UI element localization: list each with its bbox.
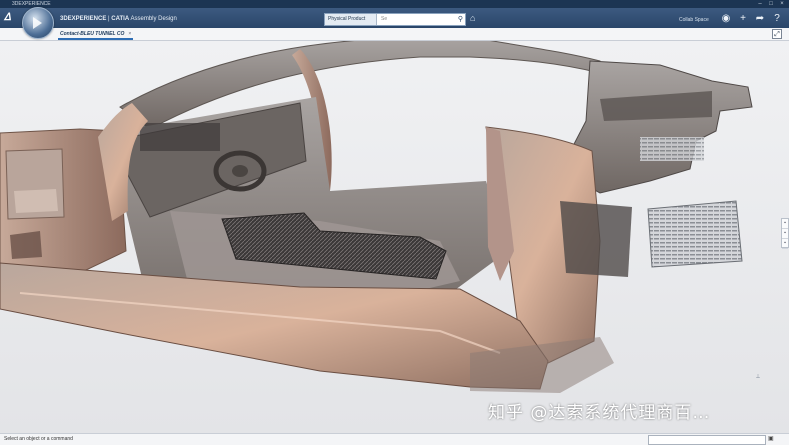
- 3d-viewport[interactable]: [0, 41, 789, 433]
- close-window-button[interactable]: ×: [777, 0, 787, 8]
- window-title: 3DEXPERIENCE: [12, 1, 51, 7]
- compass-icon[interactable]: [22, 7, 54, 39]
- tab-label: Contact-BLEU TUNNEL CO: [60, 31, 125, 37]
- search-input[interactable]: Se: [381, 14, 387, 25]
- side-tool-2-icon[interactable]: ▪: [782, 229, 788, 239]
- add-icon[interactable]: +: [737, 12, 749, 26]
- brand-name: 3DEXPERIENCE: [60, 16, 107, 22]
- expand-icon[interactable]: ⤢: [772, 29, 782, 39]
- compass-axis-icon: ⟂: [756, 374, 761, 380]
- window-titlebar: 3DEXPERIENCE – □ ×: [0, 0, 789, 8]
- tab-document[interactable]: Contact-BLEU TUNNEL CO ×: [58, 28, 134, 40]
- collab-space-label[interactable]: Collab Space: [679, 13, 709, 27]
- product-name: CATIA: [111, 16, 130, 22]
- ds-logo-icon: ᐃ: [4, 12, 11, 23]
- maximize-button[interactable]: □: [766, 0, 776, 8]
- module-name: Assembly Design: [130, 16, 177, 22]
- search-icon[interactable]: ⚲: [458, 15, 463, 24]
- minimize-button[interactable]: –: [755, 0, 765, 8]
- status-bar: Select an object or a command ▣: [0, 433, 789, 445]
- watermark: 知乎 @达索系统代理商百…: [488, 403, 711, 423]
- share-icon[interactable]: ➦: [754, 12, 766, 26]
- user-profile-icon[interactable]: ◉: [720, 12, 732, 26]
- tab-close-icon[interactable]: ×: [128, 31, 131, 37]
- help-icon[interactable]: ?: [771, 12, 783, 26]
- side-tool-1-icon[interactable]: ▪: [782, 219, 788, 229]
- viewport-side-toolbar: ▪ ▪ ▪: [781, 218, 789, 249]
- resize-grip-icon[interactable]: ▣: [768, 435, 778, 443]
- car-body-model: [0, 41, 753, 393]
- tag-icon[interactable]: ⌂: [470, 13, 475, 24]
- search-scope-select[interactable]: Physical Product: [325, 14, 377, 25]
- status-message: Select an object or a command: [4, 436, 73, 442]
- search-box[interactable]: Physical Product Se ⚲: [324, 13, 466, 26]
- app-brand: 3DEXPERIENCE | CATIA Assembly Design: [60, 9, 177, 29]
- side-tool-3-icon[interactable]: ▪: [782, 239, 788, 249]
